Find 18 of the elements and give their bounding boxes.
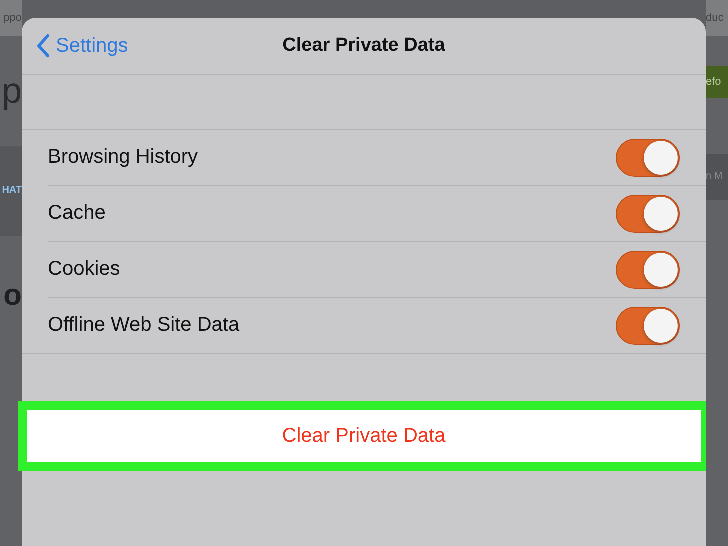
- toggle-switch[interactable]: [616, 250, 680, 288]
- background-text: ppo: [4, 12, 22, 24]
- background-text: n M: [706, 172, 723, 182]
- background-text: efo: [706, 76, 722, 88]
- toggle-switch[interactable]: [616, 306, 680, 344]
- toggle-switch[interactable]: [616, 194, 680, 232]
- background-text: o: [4, 281, 22, 311]
- setting-label: Browsing History: [48, 146, 198, 169]
- setting-label: Offline Web Site Data: [48, 314, 240, 337]
- chevron-left-icon: [36, 34, 50, 58]
- setting-label: Cookies: [48, 258, 120, 281]
- setting-label: Cache: [48, 202, 106, 225]
- background-text: duc: [706, 12, 724, 24]
- dialog-title: Clear Private Data: [282, 35, 446, 57]
- background-text: p: [2, 73, 22, 109]
- background-text: HAT: [2, 186, 22, 196]
- toggle-switch[interactable]: [616, 138, 680, 176]
- back-link[interactable]: Settings: [36, 34, 283, 58]
